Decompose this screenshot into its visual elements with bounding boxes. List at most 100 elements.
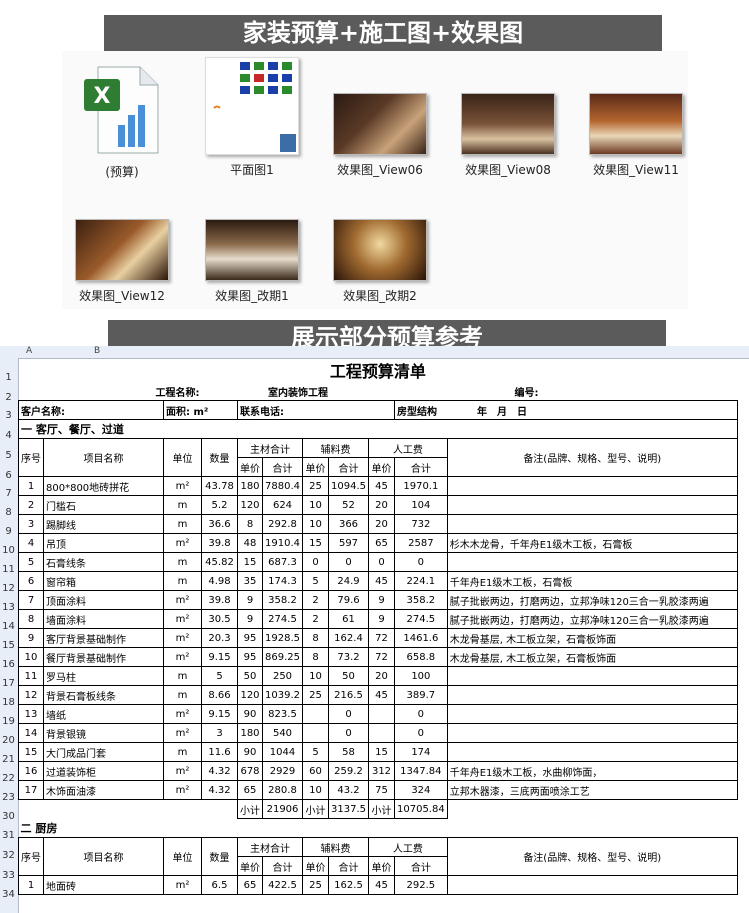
- seq-cell[interactable]: 12: [18, 685, 44, 705]
- main-price-cell[interactable]: 15: [237, 552, 263, 572]
- main-price-cell[interactable]: 9: [237, 590, 263, 610]
- aux-total-cell[interactable]: 50: [328, 666, 369, 686]
- labor-price-cell[interactable]: [368, 723, 395, 743]
- aux-price-cell[interactable]: [302, 723, 329, 743]
- aux-price-cell[interactable]: 5: [302, 742, 329, 762]
- aux-total-cell[interactable]: 1094.5: [328, 476, 369, 496]
- sheet-title[interactable]: 工程预算清单: [19, 358, 738, 382]
- phone-label[interactable]: 联系电话:: [237, 400, 395, 420]
- file-item-view08[interactable]: 效果图_View08: [458, 93, 558, 178]
- aux-total-cell[interactable]: 61: [328, 609, 369, 629]
- labor-price-cell[interactable]: 15: [368, 742, 395, 762]
- main-price-cell[interactable]: 95: [237, 628, 263, 648]
- item-name-cell[interactable]: 顶面涂料: [43, 590, 164, 610]
- main-total-cell[interactable]: 2929: [262, 761, 303, 781]
- main-total-cell[interactable]: 422.5: [262, 875, 303, 895]
- main-price-cell[interactable]: 90: [237, 704, 263, 724]
- note-cell[interactable]: [446, 476, 738, 496]
- labor-price-cell[interactable]: 0: [368, 552, 395, 572]
- main-price-cell[interactable]: 35: [237, 571, 263, 591]
- aux-total-cell[interactable]: 162.5: [328, 875, 369, 895]
- unit-cell[interactable]: m²: [163, 609, 202, 629]
- seq-cell[interactable]: 3: [18, 514, 44, 534]
- row-number[interactable]: 15: [0, 640, 17, 651]
- header-price[interactable]: 单价: [302, 856, 329, 876]
- note-cell[interactable]: [446, 875, 738, 895]
- aux-price-cell[interactable]: 25: [302, 875, 329, 895]
- seq-cell[interactable]: 9: [18, 628, 44, 648]
- row-number[interactable]: 12: [0, 583, 17, 594]
- aux-price-cell[interactable]: 10: [302, 495, 329, 515]
- note-cell[interactable]: [446, 495, 738, 515]
- aux-total-cell[interactable]: 43.2: [328, 780, 369, 800]
- labor-total-cell[interactable]: 1970.1: [394, 476, 448, 496]
- main-total-cell[interactable]: 687.3: [262, 552, 303, 572]
- item-name-cell[interactable]: 大门成品门套: [43, 742, 164, 762]
- aux-total-cell[interactable]: 259.2: [328, 761, 369, 781]
- row-number[interactable]: 19: [0, 716, 17, 727]
- labor-price-cell[interactable]: 75: [368, 780, 395, 800]
- unit-cell[interactable]: m²: [163, 476, 202, 496]
- aux-total-cell[interactable]: 58: [328, 742, 369, 762]
- row-number[interactable]: 2: [0, 392, 17, 403]
- unit-cell[interactable]: m: [163, 552, 202, 572]
- main-price-cell[interactable]: 180: [237, 723, 263, 743]
- row-number[interactable]: 21: [0, 754, 17, 765]
- row-number[interactable]: 1: [0, 372, 17, 383]
- unit-cell[interactable]: m: [163, 514, 202, 534]
- main-price-cell[interactable]: 180: [237, 476, 263, 496]
- header-total[interactable]: 合计: [394, 856, 448, 876]
- labor-total-cell[interactable]: 1461.6: [394, 628, 448, 648]
- row-number[interactable]: 34: [0, 889, 17, 900]
- qty-cell[interactable]: 9.15: [201, 647, 238, 667]
- aux-price-cell[interactable]: 8: [302, 647, 329, 667]
- main-total-cell[interactable]: 1910.4: [262, 533, 303, 553]
- seq-cell[interactable]: 1: [18, 476, 44, 496]
- section-living-room[interactable]: 一 客厅、餐厅、过道: [18, 419, 738, 439]
- unit-cell[interactable]: m²: [163, 780, 202, 800]
- main-total-cell[interactable]: 174.3: [262, 571, 303, 591]
- labor-price-cell[interactable]: 9: [368, 590, 395, 610]
- note-cell[interactable]: 木龙骨基层, 木工板立架，石膏板饰面: [446, 628, 738, 648]
- subtotal-labor[interactable]: 10705.84: [394, 799, 448, 819]
- qty-cell[interactable]: 45.82: [201, 552, 238, 572]
- header-aux[interactable]: 辅料费: [302, 837, 369, 857]
- file-item-view12[interactable]: 效果图_View12: [72, 219, 172, 304]
- qty-cell[interactable]: 3: [201, 723, 238, 743]
- labor-total-cell[interactable]: 0: [394, 723, 448, 743]
- aux-price-cell[interactable]: 25: [302, 685, 329, 705]
- qty-cell[interactable]: 20.3: [201, 628, 238, 648]
- row-number[interactable]: 11: [0, 564, 17, 575]
- row-number[interactable]: 7: [0, 488, 17, 499]
- seq-cell[interactable]: 10: [18, 647, 44, 667]
- aux-total-cell[interactable]: 79.6: [328, 590, 369, 610]
- main-total-cell[interactable]: 7880.4: [262, 476, 303, 496]
- note-cell[interactable]: 腻子批嵌两边，打磨两边，立邦净味120三合一乳胶漆两遍: [446, 590, 738, 610]
- main-price-cell[interactable]: 48: [237, 533, 263, 553]
- main-price-cell[interactable]: 678: [237, 761, 263, 781]
- main-price-cell[interactable]: 95: [237, 647, 263, 667]
- unit-cell[interactable]: m: [163, 685, 202, 705]
- labor-total-cell[interactable]: 274.5: [394, 609, 448, 629]
- aux-price-cell[interactable]: 10: [302, 514, 329, 534]
- file-item-view11[interactable]: 效果图_View11: [586, 93, 686, 178]
- unit-cell[interactable]: m²: [163, 628, 202, 648]
- header-main[interactable]: 主材合计: [237, 438, 303, 458]
- aux-total-cell[interactable]: 597: [328, 533, 369, 553]
- main-price-cell[interactable]: 120: [237, 685, 263, 705]
- header-price[interactable]: 单价: [368, 457, 395, 477]
- qty-cell[interactable]: 4.32: [201, 761, 238, 781]
- labor-price-cell[interactable]: [368, 704, 395, 724]
- note-cell[interactable]: 千年舟E1级木工板，水曲柳饰面，: [446, 761, 738, 781]
- header-qty[interactable]: 数量: [201, 438, 238, 477]
- header-note[interactable]: 备注(品牌、规格、型号、说明): [446, 837, 738, 876]
- qty-cell[interactable]: 39.8: [201, 590, 238, 610]
- row-number[interactable]: 10: [0, 545, 17, 556]
- labor-price-cell[interactable]: 312: [368, 761, 395, 781]
- item-name-cell[interactable]: 过道装饰柜: [43, 761, 164, 781]
- seq-cell[interactable]: 13: [18, 704, 44, 724]
- aux-total-cell[interactable]: 73.2: [328, 647, 369, 667]
- header-total[interactable]: 合计: [328, 856, 369, 876]
- main-total-cell[interactable]: 292.8: [262, 514, 303, 534]
- unit-cell[interactable]: m²: [163, 647, 202, 667]
